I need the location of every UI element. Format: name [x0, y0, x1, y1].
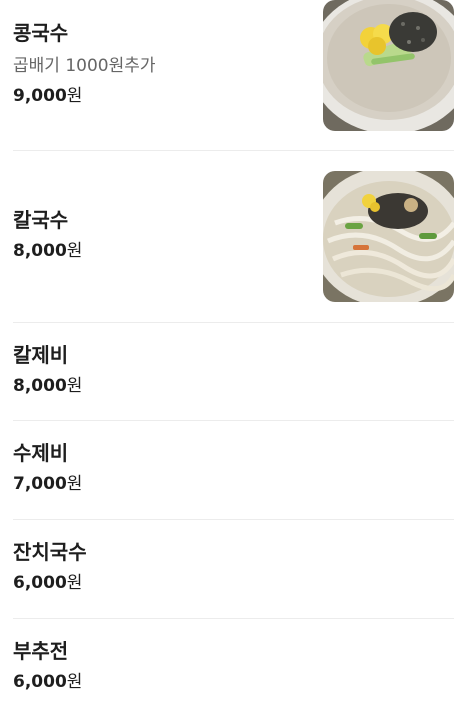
menu-list: 콩국수 곱배기 1000원추가 9,000원 칼국수 8,000원 칼제비 8,…	[0, 0, 467, 701]
price-unit: 원	[66, 672, 83, 692]
menu-item-price: 7,000원	[13, 476, 82, 493]
menu-item-price: 8,000원	[13, 378, 82, 395]
kalguksu-photo	[323, 171, 454, 302]
price-unit: 원	[66, 474, 83, 494]
menu-item-name: 콩국수	[13, 21, 69, 45]
menu-item-janchi-guksu[interactable]: 잔치국수 6,000원	[13, 520, 454, 619]
price-unit: 원	[66, 573, 83, 593]
menu-item-name: 수제비	[13, 441, 69, 465]
menu-item-name: 칼국수	[13, 208, 69, 232]
price-amount: 8,000	[13, 241, 67, 261]
price-unit: 원	[66, 241, 83, 261]
menu-item-price: 6,000원	[13, 575, 82, 592]
menu-item-price: 9,000원	[13, 88, 82, 105]
price-amount: 8,000	[13, 376, 67, 396]
price-amount: 6,000	[13, 672, 67, 692]
menu-item-name: 부추전	[13, 639, 69, 663]
price-unit: 원	[66, 376, 83, 396]
price-amount: 6,000	[13, 573, 67, 593]
menu-item-buchujeon[interactable]: 부추전 6,000원	[13, 619, 454, 701]
menu-item-kongguksu[interactable]: 콩국수 곱배기 1000원추가 9,000원	[13, 0, 454, 151]
menu-item-name: 잔치국수	[13, 540, 87, 564]
bean-noodle-photo	[323, 0, 454, 131]
menu-item-kalguksu[interactable]: 칼국수 8,000원	[13, 151, 454, 323]
menu-item-kaljebi[interactable]: 칼제비 8,000원	[13, 323, 454, 421]
menu-item-price: 6,000원	[13, 674, 82, 691]
menu-item-description: 곱배기 1000원추가	[13, 56, 156, 76]
price-amount: 9,000	[13, 86, 67, 106]
price-unit: 원	[66, 86, 83, 106]
menu-item-price: 8,000원	[13, 243, 82, 260]
price-amount: 7,000	[13, 474, 67, 494]
menu-item-sujebi[interactable]: 수제비 7,000원	[13, 421, 454, 520]
menu-item-name: 칼제비	[13, 343, 69, 367]
